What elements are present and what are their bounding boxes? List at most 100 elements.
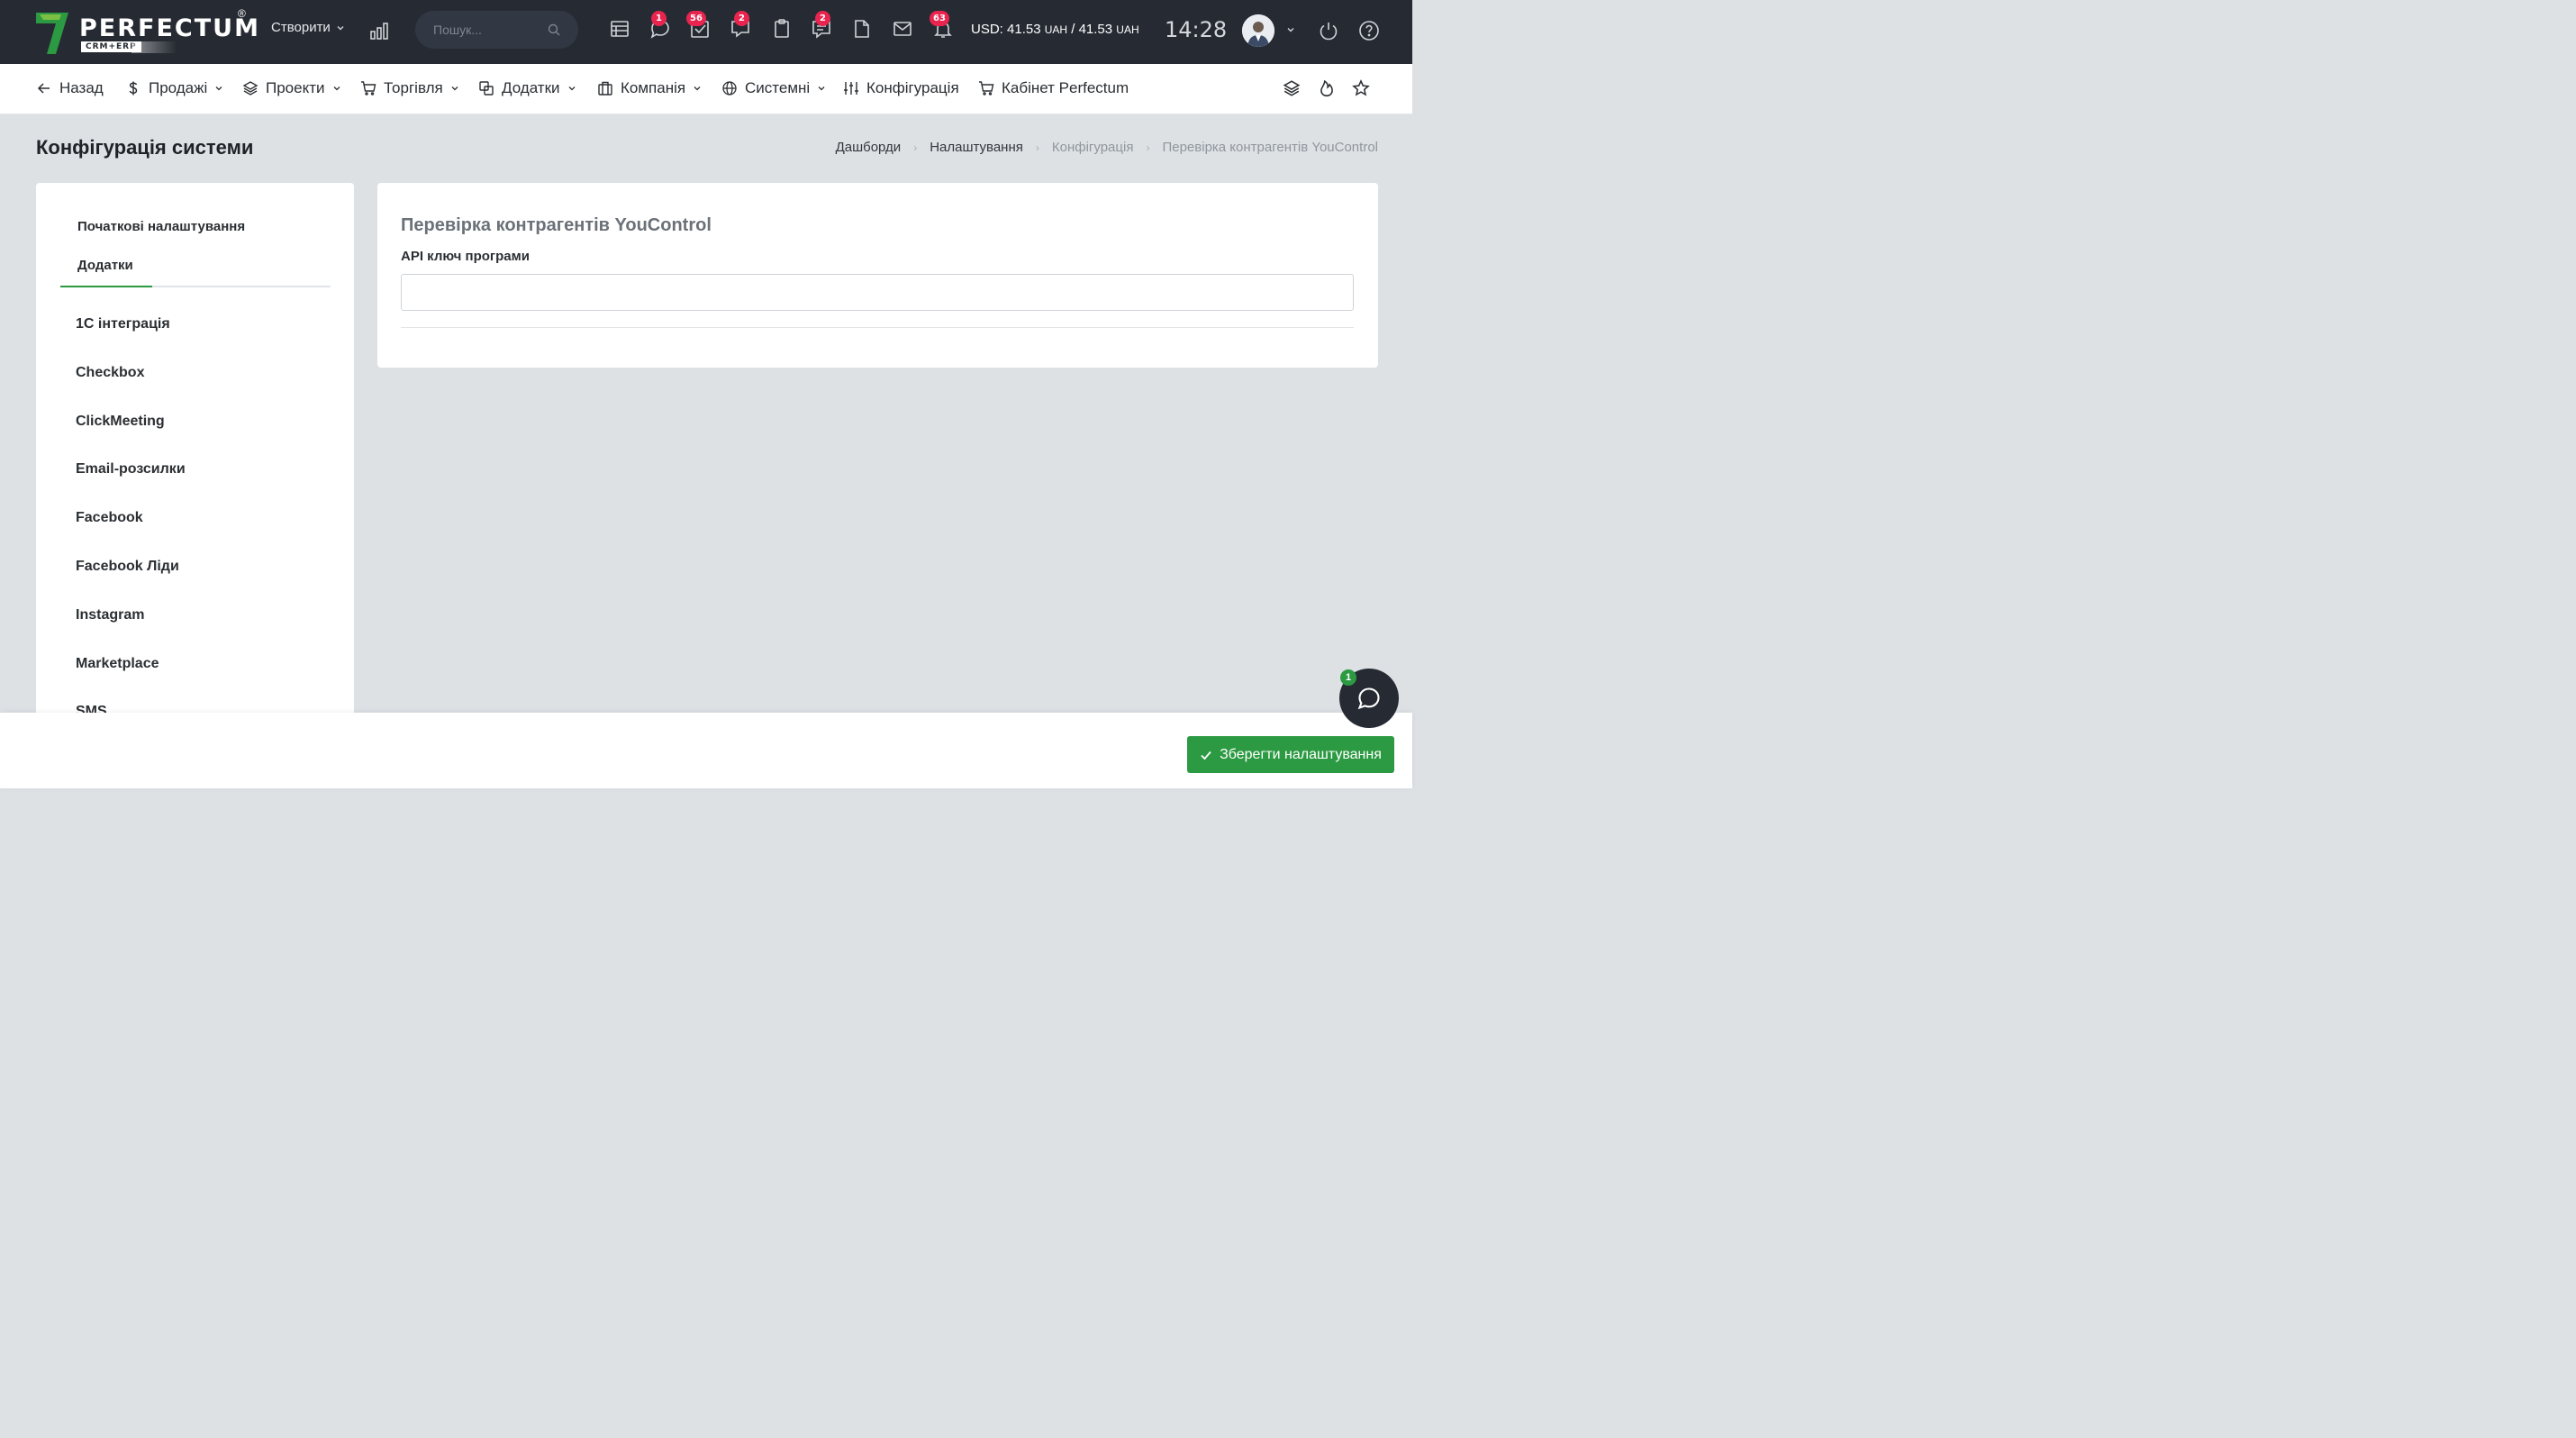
comments-badge: 2 — [734, 11, 749, 26]
sidebar-item-email[interactable]: Email-розсилки — [76, 461, 186, 510]
nav-config-label: Конфігурація — [866, 79, 959, 96]
breadcrumb-separator-icon: › — [913, 141, 918, 154]
breadcrumb-separator-icon: › — [1146, 141, 1150, 154]
breadcrumb-dashboards[interactable]: Дашборди — [836, 140, 902, 155]
page-title: Конфігурація системи — [36, 136, 254, 159]
sidebar-item-clickmeeting[interactable]: ClickMeeting — [76, 414, 186, 462]
search-icon — [548, 23, 560, 36]
save-settings-label: Зберегти налаштування — [1220, 746, 1382, 762]
tab-active-indicator — [60, 286, 152, 287]
documents-button[interactable] — [851, 18, 875, 41]
logo-mark-icon — [36, 13, 68, 54]
sliders-icon — [844, 82, 858, 95]
youcontrol-settings-card: Перевірка контрагентів YouControl API кл… — [377, 183, 1378, 368]
calendar-icon — [611, 21, 629, 37]
main-navigation: Назад Продажі Проекти Торгівля Додатки К… — [0, 64, 1412, 114]
chevron-down-icon — [694, 86, 701, 91]
clipboard-button[interactable] — [771, 18, 794, 41]
chevron-down-icon — [333, 86, 340, 91]
create-label: Створити — [271, 20, 331, 35]
perfectum-logo[interactable]: PERFECTUM ® CRM+ERP — [34, 7, 259, 56]
tab-addons[interactable]: Додатки — [77, 258, 133, 273]
support-chat-badge: 1 — [1340, 669, 1356, 686]
card-title: Перевірка контрагентів YouControl — [401, 215, 712, 235]
cart-icon — [361, 81, 376, 96]
nav-sales[interactable]: Продажі — [125, 79, 223, 97]
layers-button[interactable] — [1283, 79, 1301, 102]
currency-unit-1: UAH — [1044, 23, 1068, 36]
chat-icon — [1357, 687, 1380, 710]
power-icon — [1320, 23, 1338, 41]
breadcrumb-settings[interactable]: Налаштування — [930, 140, 1023, 155]
tasks-badge: 56 — [686, 11, 706, 26]
nav-back[interactable]: Назад — [36, 79, 104, 97]
chat-badge: 1 — [651, 11, 667, 26]
help-icon — [1359, 21, 1379, 41]
help-button[interactable] — [1358, 20, 1380, 46]
search-box[interactable] — [415, 11, 578, 49]
logout-button[interactable] — [1318, 20, 1339, 46]
api-key-input[interactable] — [401, 274, 1354, 311]
sidebar-item-checkbox[interactable]: Checkbox — [76, 365, 186, 414]
nav-projects-label: Проекти — [266, 79, 325, 96]
save-settings-button[interactable]: Зберегти налаштування — [1187, 736, 1394, 773]
create-menu-button[interactable]: Створити — [271, 20, 345, 35]
sidebar-item-facebook-leads[interactable]: Facebook Ліди — [76, 559, 186, 607]
dollar-icon — [129, 81, 138, 96]
chevron-down-icon — [818, 86, 825, 91]
nav-projects[interactable]: Проекти — [242, 79, 341, 97]
notes-button[interactable]: 2 — [811, 11, 834, 41]
addons-list: 1С інтеграція Checkbox ClickMeeting Emai… — [76, 316, 186, 742]
nav-company-label: Компанія — [621, 79, 686, 96]
nav-system-label: Системні — [745, 79, 811, 96]
mail-button[interactable] — [892, 18, 915, 41]
calendar-button[interactable] — [609, 18, 632, 41]
copy-icon — [479, 81, 494, 96]
shopping-cart-icon — [979, 81, 994, 96]
currency-rate: USD: 41.53 UAH / 41.53 UAH — [971, 22, 1139, 37]
search-input[interactable] — [433, 23, 541, 37]
chevron-down-icon — [568, 86, 575, 91]
chat-button[interactable]: 1 — [649, 11, 673, 41]
nav-cabinet[interactable]: Кабінет Perfectum — [978, 79, 1129, 97]
document-icon — [855, 20, 869, 38]
sidebar-item-facebook[interactable]: Facebook — [76, 510, 186, 559]
api-key-label: API ключ програми — [401, 249, 530, 264]
nav-addons[interactable]: Додатки — [478, 79, 576, 97]
reports-chart-button[interactable] — [369, 20, 391, 46]
card-divider — [401, 327, 1354, 328]
logo-wordmark: PERFECTUM — [79, 14, 260, 42]
breadcrumb-config[interactable]: Конфігурація — [1052, 140, 1134, 155]
logo-registered: ® — [238, 7, 246, 20]
tab-initial-settings[interactable]: Початкові налаштування — [77, 219, 245, 234]
sidebar-item-instagram[interactable]: Instagram — [76, 607, 186, 656]
arrow-left-icon — [37, 83, 50, 94]
notifications-badge: 63 — [930, 11, 949, 26]
nav-system[interactable]: Системні — [721, 79, 826, 97]
nav-addons-label: Додатки — [502, 79, 560, 96]
settings-sidebar: Початкові налаштування Додатки 1С інтегр… — [36, 183, 354, 742]
favorites-button[interactable] — [1352, 79, 1370, 102]
sidebar-item-marketplace[interactable]: Marketplace — [76, 656, 186, 705]
breadcrumb-separator-icon: › — [1035, 141, 1039, 154]
bar-chart-icon — [370, 23, 388, 40]
notes-badge: 2 — [815, 11, 830, 26]
star-icon — [1352, 79, 1370, 96]
comments-button[interactable]: 2 — [730, 11, 753, 41]
clock: 14:28 — [1165, 17, 1228, 42]
user-menu-toggle[interactable] — [1285, 23, 1296, 40]
hot-button[interactable] — [1318, 79, 1336, 102]
tasks-button[interactable]: 56 — [686, 11, 712, 41]
avatar[interactable] — [1242, 14, 1274, 47]
sidebar-item-1c[interactable]: 1С інтеграція — [76, 316, 186, 365]
top-bar: PERFECTUM ® CRM+ERP Створити 1 56 2 2 — [0, 0, 1412, 64]
notifications-button[interactable]: 63 — [930, 11, 956, 41]
globe-icon — [722, 81, 737, 96]
nav-sales-label: Продажі — [149, 79, 208, 96]
nav-config[interactable]: Конфігурація — [843, 79, 959, 97]
nav-trade[interactable]: Торгівля — [360, 79, 459, 97]
nav-company[interactable]: Компанія — [597, 79, 702, 97]
tab-underline — [60, 286, 331, 287]
building-icon — [598, 81, 612, 96]
nav-trade-label: Торгівля — [384, 79, 443, 96]
